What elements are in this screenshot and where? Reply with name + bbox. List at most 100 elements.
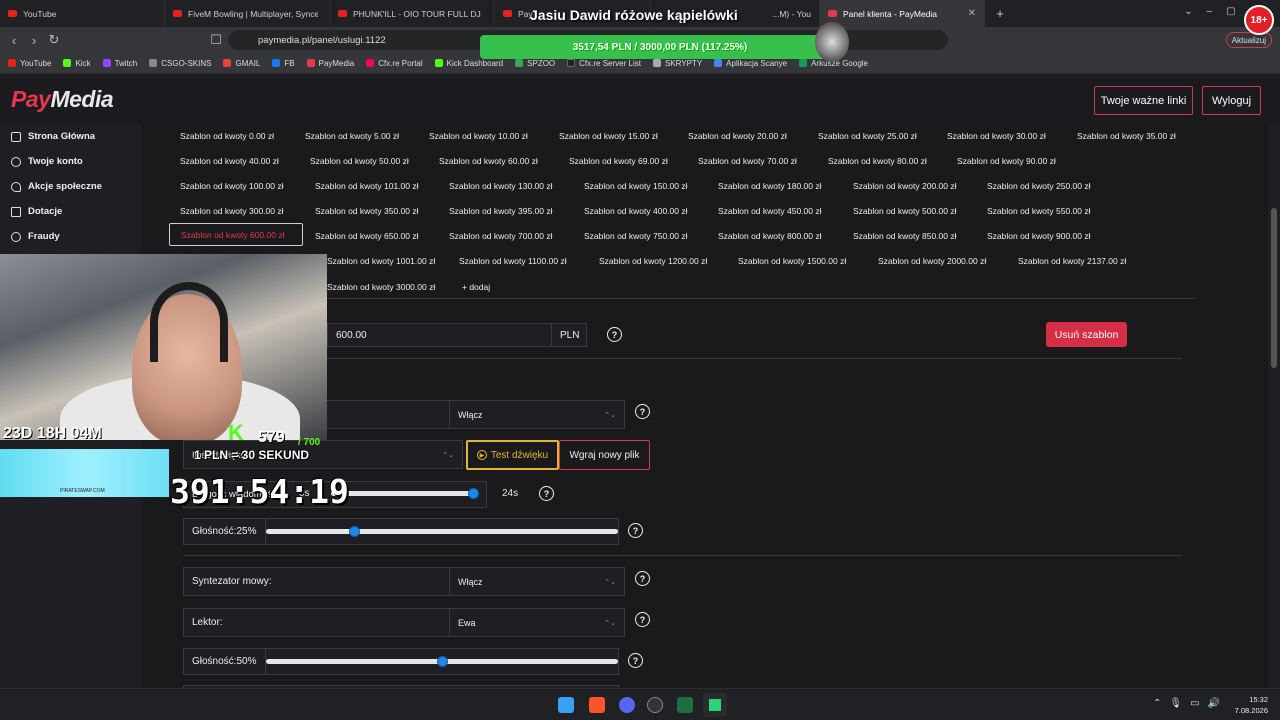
test-sound-button[interactable]: ▶ Test dźwięku	[466, 440, 559, 470]
scrollbar-thumb[interactable]	[1271, 208, 1277, 368]
sidebar-item-frauds[interactable]: Fraudy	[0, 224, 141, 249]
new-tab-button[interactable]: +	[985, 6, 1015, 21]
template-chip[interactable]: Szablon od kwoty 650.00 zł	[304, 224, 429, 247]
help-icon[interactable]: ?	[635, 404, 650, 419]
volume-slider-track[interactable]	[266, 529, 618, 534]
lector-select[interactable]: Ewa ⌃⌄	[449, 608, 625, 637]
windows-start-icon[interactable]	[558, 697, 574, 713]
bookmark-item[interactable]: Aplikacja Scanye	[714, 59, 787, 68]
help-icon[interactable]: ?	[607, 327, 622, 342]
page-scrollbar[interactable]	[1268, 124, 1280, 688]
template-chip[interactable]: Szablon od kwoty 0.00 zł	[169, 124, 285, 147]
template-chip[interactable]: Szablon od kwoty 1200.00 zł	[588, 249, 718, 272]
paymedia-logo[interactable]: PayMedia	[11, 86, 114, 113]
bookmark-item[interactable]: SKRYPTY	[652, 59, 702, 68]
discord-icon[interactable]	[619, 697, 635, 713]
forward-icon[interactable]: ›	[24, 33, 44, 48]
template-chip[interactable]: Szablon od kwoty 30.00 zł	[936, 124, 1057, 147]
template-chip[interactable]: Szablon od kwoty 900.00 zł	[976, 224, 1101, 247]
help-icon[interactable]: ?	[635, 571, 650, 586]
template-chip[interactable]: Szablon od kwoty 50.00 zł	[299, 149, 420, 172]
help-icon[interactable]: ?	[539, 486, 554, 501]
template-chip[interactable]: Szablon od kwoty 450.00 zł	[707, 199, 832, 222]
brave-icon[interactable]	[589, 697, 605, 713]
sidebar-item-account[interactable]: Twoje konto	[0, 149, 141, 174]
bookmark-item[interactable]: YouTube	[8, 59, 51, 68]
browser-tab[interactable]: FiveM Bowling | Multiplayer, Synced...	[165, 0, 330, 27]
template-chip[interactable]: Szablon od kwoty 1100.00 zł	[448, 249, 578, 272]
system-tray-icons[interactable]: ⌃🎙▭🔊	[1153, 698, 1228, 709]
template-chip[interactable]: Szablon od kwoty 350.00 zł	[304, 199, 429, 222]
template-chip[interactable]: Szablon od kwoty 395.00 zł	[438, 199, 563, 222]
template-chip[interactable]: Szablon od kwoty 1001.00 zł	[316, 249, 446, 272]
bookmark-item[interactable]: Kick Dashboard	[434, 59, 503, 68]
template-chip[interactable]: Szablon od kwoty 180.00 zł	[707, 174, 832, 197]
template-chip[interactable]: Szablon od kwoty 300.00 zł	[169, 199, 294, 222]
sidebar-item-social[interactable]: Akcje społeczne	[0, 174, 141, 199]
bookmark-item[interactable]: Cfx.re Portal	[366, 59, 423, 68]
template-chip[interactable]: Szablon od kwoty 5.00 zł	[294, 124, 410, 147]
update-button[interactable]: Aktualizuj	[1225, 32, 1272, 48]
bookmark-item[interactable]: Cfx.re Server List	[567, 59, 641, 68]
help-icon[interactable]: ?	[628, 653, 643, 668]
close-tab-icon[interactable]: ✕	[968, 8, 976, 19]
sidebar-item-donations[interactable]: Dotacje	[0, 199, 141, 224]
template-chip[interactable]: Szablon od kwoty 850.00 zł	[842, 224, 967, 247]
bookmark-item[interactable]: Kick	[63, 59, 91, 68]
template-chip[interactable]: Szablon od kwoty 250.00 zł	[976, 174, 1101, 197]
template-chip[interactable]: Szablon od kwoty 69.00 zł	[558, 149, 679, 172]
tts-select[interactable]: Włącz ⌃⌄	[449, 567, 625, 596]
help-icon[interactable]: ?	[635, 612, 650, 627]
delete-template-button[interactable]: Usuń szablon	[1046, 322, 1127, 347]
template-chip[interactable]: Szablon od kwoty 25.00 zł	[807, 124, 928, 147]
template-chip[interactable]: Szablon od kwoty 150.00 zł	[573, 174, 698, 197]
duration-slider-thumb[interactable]	[468, 488, 479, 499]
template-chip[interactable]: Szablon od kwoty 101.00 zł	[304, 174, 429, 197]
browser-tab[interactable]: PHUNK'ILL - OIO TOUR FULL DJ SET	[330, 0, 495, 27]
template-chip[interactable]: Szablon od kwoty 10.00 zł	[418, 124, 539, 147]
template-chip[interactable]: Szablon od kwoty 35.00 zł	[1066, 124, 1187, 147]
template-chip[interactable]: Szablon od kwoty 800.00 zł	[707, 224, 832, 247]
template-chip[interactable]: Szablon od kwoty 60.00 zł	[428, 149, 549, 172]
template-chip[interactable]: Szablon od kwoty 2137.00 zł	[1007, 249, 1137, 272]
template-chip[interactable]: Szablon od kwoty 200.00 zł	[842, 174, 967, 197]
obs-icon[interactable]	[647, 697, 663, 713]
bookmark-item[interactable]: Twitch	[102, 59, 137, 68]
back-icon[interactable]: ‹	[4, 33, 24, 48]
template-chip[interactable]: Szablon od kwoty 500.00 zł	[842, 199, 967, 222]
template-chip-selected[interactable]: Szablon od kwoty 600.00 zł	[169, 223, 303, 246]
template-chip[interactable]: Szablon od kwoty 90.00 zł	[946, 149, 1067, 172]
important-links-button[interactable]: Twoje ważne linki	[1094, 86, 1193, 115]
bookmark-item[interactable]: CSGO-SKINS	[149, 59, 211, 68]
template-chip[interactable]: Szablon od kwoty 100.00 zł	[169, 174, 294, 197]
bookmark-item[interactable]: GMAIL	[223, 59, 260, 68]
add-template-button[interactable]: + dodaj	[451, 275, 501, 298]
volume-slider-thumb[interactable]	[349, 526, 360, 537]
browser-tab[interactable]: YouTube	[0, 0, 165, 27]
template-chip[interactable]: Szablon od kwoty 3000.00 zł	[316, 275, 446, 298]
template-chip[interactable]: Szablon od kwoty 130.00 zł	[438, 174, 563, 197]
browser-tab-active[interactable]: Panel klienta - PayMedia ✕	[820, 0, 985, 27]
template-chip[interactable]: Szablon od kwoty 400.00 zł	[573, 199, 698, 222]
bookmark-icon[interactable]: ☐	[206, 32, 226, 48]
template-chip[interactable]: Szablon od kwoty 20.00 zł	[677, 124, 798, 147]
template-chip[interactable]: Szablon od kwoty 1500.00 zł	[727, 249, 857, 272]
bookmark-item[interactable]: SPZOO	[515, 59, 555, 68]
excel-icon[interactable]	[677, 697, 693, 713]
bookmark-item[interactable]: FB	[272, 59, 295, 68]
template-chip[interactable]: Szablon od kwoty 700.00 zł	[438, 224, 563, 247]
upload-file-button[interactable]: Wgraj nowy plik	[559, 440, 650, 470]
enable-select[interactable]: Włącz ⌃⌄	[449, 400, 625, 429]
volume-slider-thumb[interactable]	[437, 656, 448, 667]
template-chip[interactable]: Szablon od kwoty 70.00 zł	[687, 149, 808, 172]
sidebar-item-home[interactable]: Strona Główna	[0, 124, 141, 149]
template-chip[interactable]: Szablon od kwoty 2000.00 zł	[867, 249, 997, 272]
amount-input[interactable]: 600.00	[327, 323, 552, 347]
template-chip[interactable]: Szablon od kwoty 40.00 zł	[169, 149, 290, 172]
app-active-icon[interactable]	[703, 693, 727, 717]
bookmark-item[interactable]: PayMedia	[306, 59, 354, 68]
template-chip[interactable]: Szablon od kwoty 80.00 zł	[817, 149, 938, 172]
duration-slider-track[interactable]	[331, 491, 473, 496]
template-chip[interactable]: Szablon od kwoty 550.00 zł	[976, 199, 1101, 222]
template-chip[interactable]: Szablon od kwoty 750.00 zł	[573, 224, 698, 247]
